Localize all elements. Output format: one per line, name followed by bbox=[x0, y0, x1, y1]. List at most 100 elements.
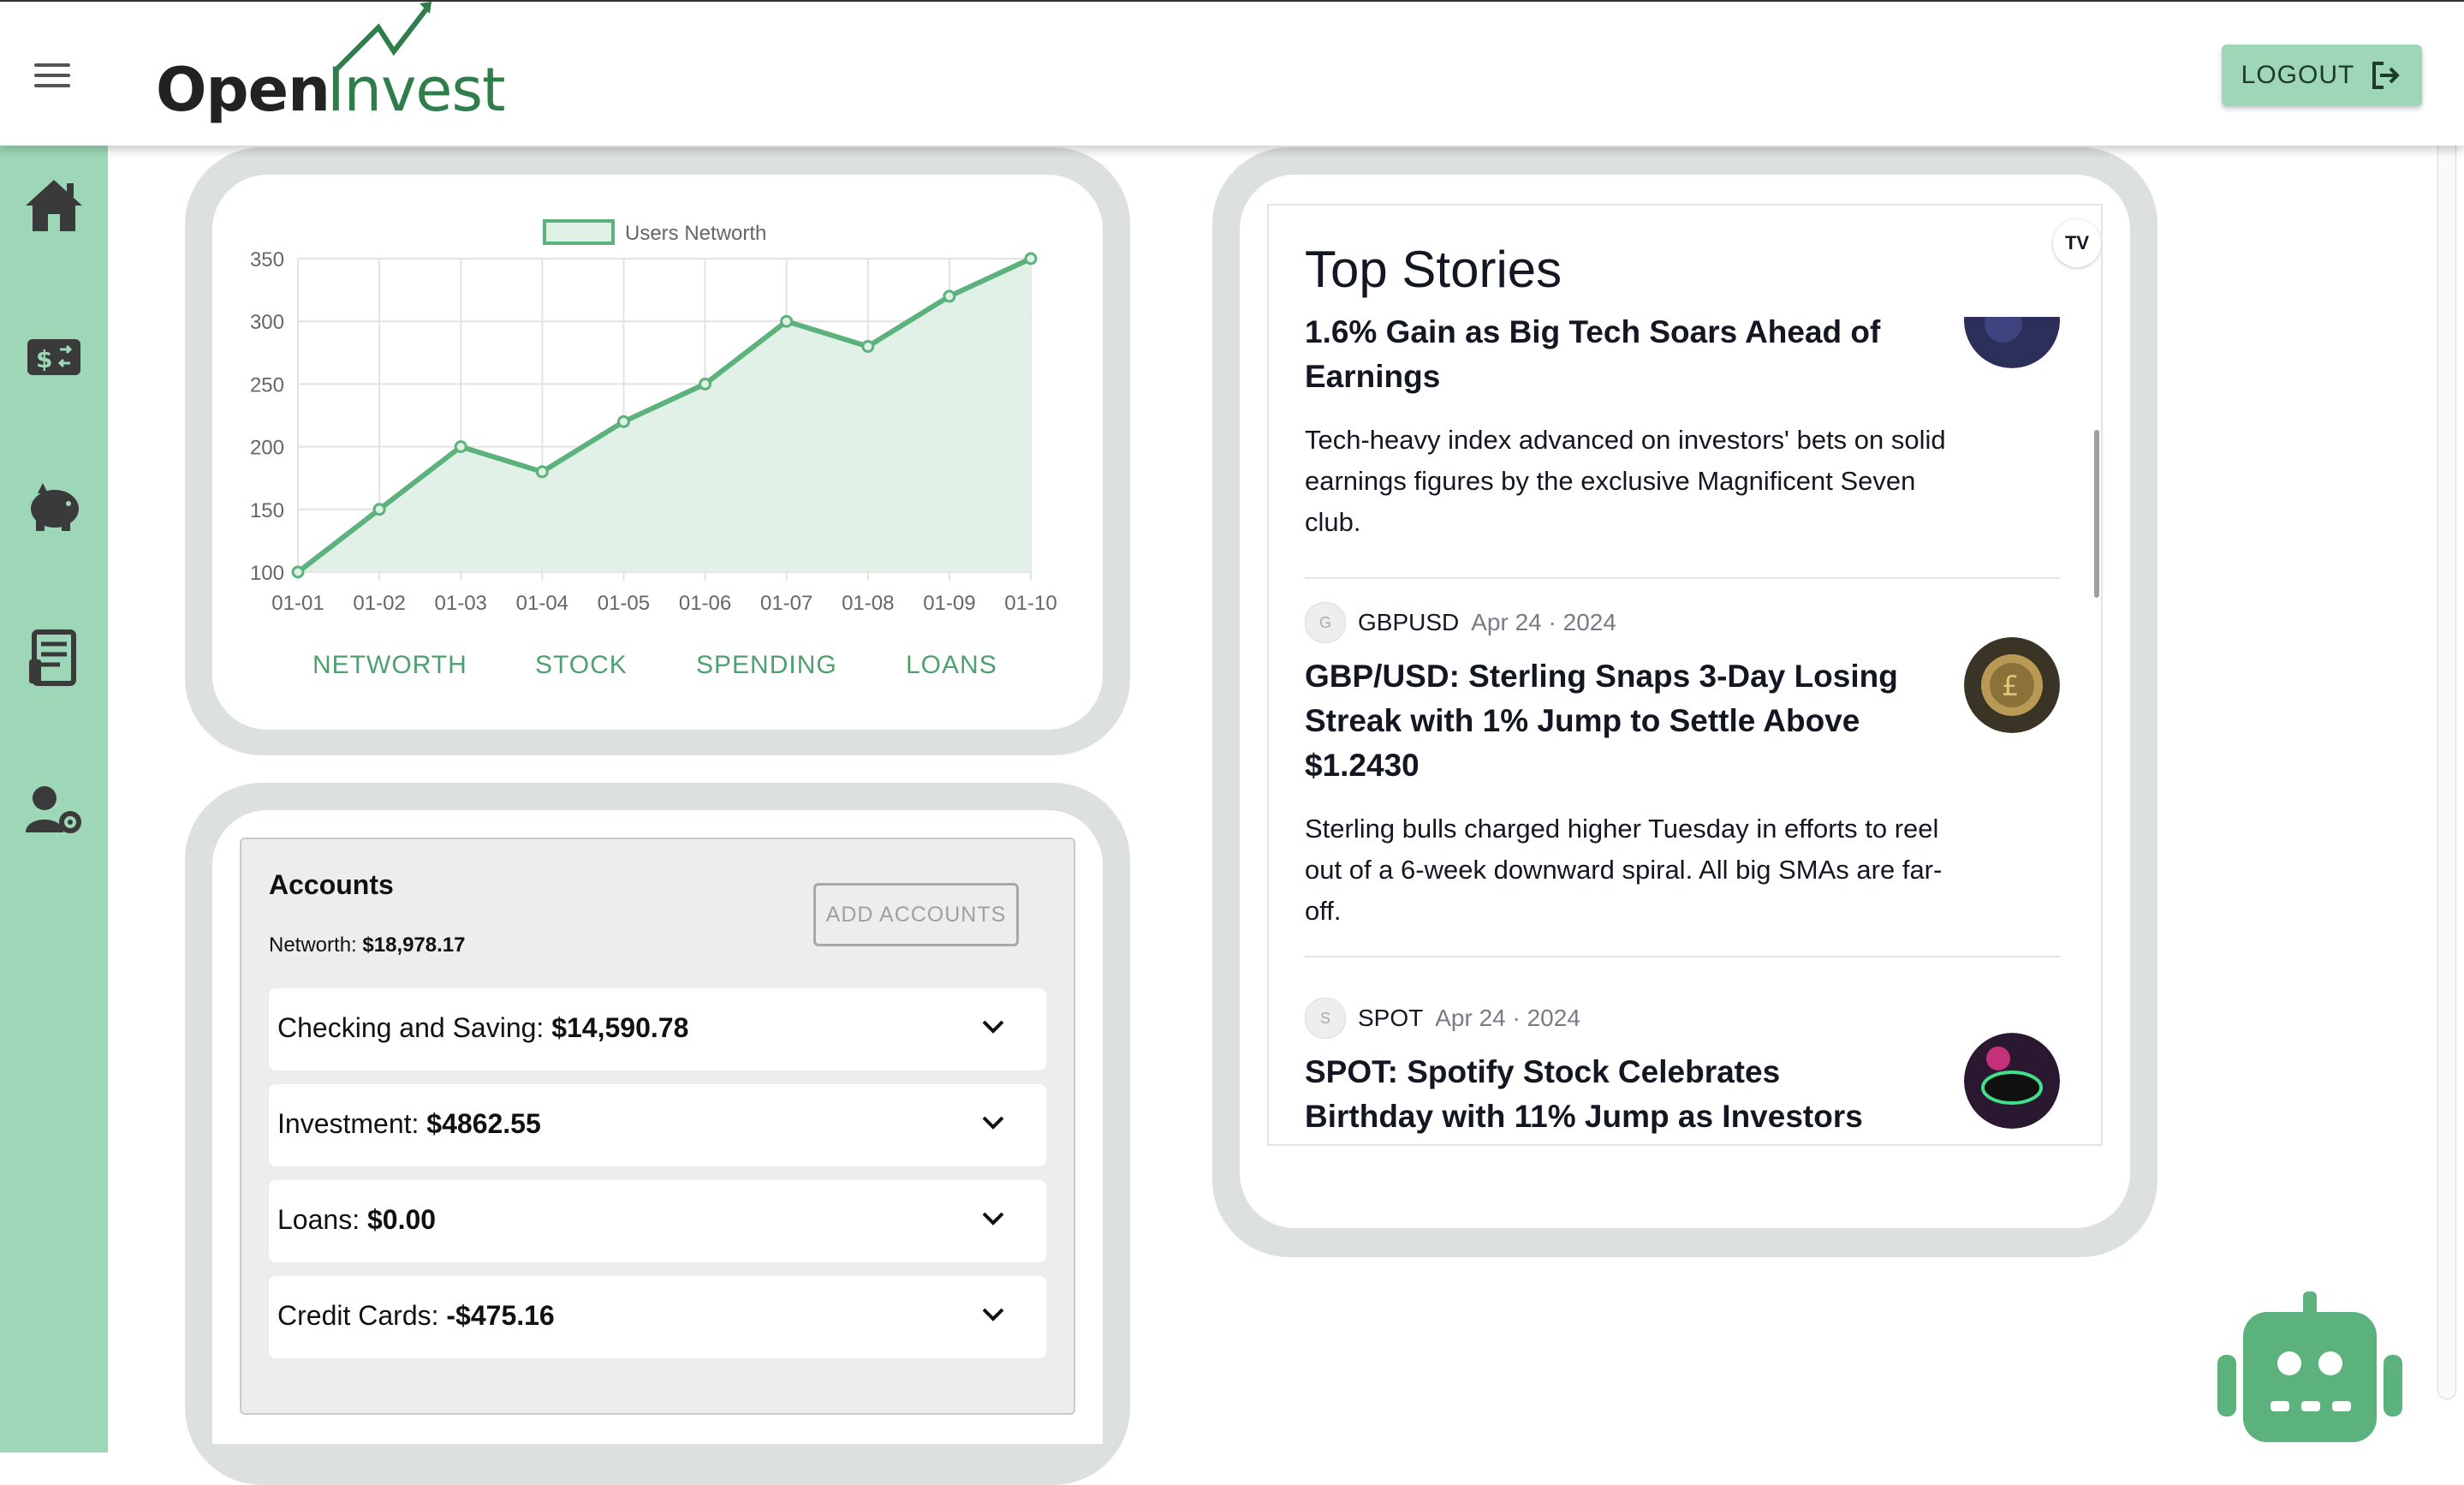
svg-text:£: £ bbox=[2002, 670, 2019, 702]
stories-list[interactable]: 1.6% Gain as Big Tech Soars Ahead of Ear… bbox=[1269, 317, 2101, 1144]
data-point bbox=[454, 440, 467, 454]
account-row-label: Loans: $0.00 bbox=[277, 1204, 437, 1235]
home-icon bbox=[26, 180, 82, 231]
data-point bbox=[1024, 252, 1038, 265]
receipt-icon bbox=[29, 629, 76, 686]
top-stories-widget: Top Stories TV 1.6% Gain as Big Tech Soa… bbox=[1267, 204, 2103, 1146]
sidebar: $ bbox=[0, 146, 108, 1452]
story-item[interactable]: S SPOT Apr 24 · 2024 SPOT: Spotify Stock… bbox=[1305, 998, 2060, 1144]
sidebar-item-savings[interactable] bbox=[24, 476, 84, 536]
tradingview-logo-icon[interactable]: TV bbox=[2053, 219, 2101, 267]
assistant-robot-button[interactable] bbox=[2217, 1291, 2402, 1442]
story-date: Apr 24 · 2024 bbox=[1435, 1005, 1580, 1031]
data-point bbox=[861, 339, 875, 353]
story-headline[interactable]: 1.6% Gain as Big Tech Soars Ahead of Ear… bbox=[1305, 317, 1904, 399]
x-tick-label: 01-04 bbox=[516, 592, 568, 615]
story-divider bbox=[1305, 577, 2060, 579]
tab-spending[interactable]: SPENDING bbox=[696, 651, 837, 680]
series-area bbox=[298, 259, 1031, 572]
data-point bbox=[535, 465, 549, 479]
x-tick-label: 01-07 bbox=[760, 592, 812, 615]
networth-chart: 100 150 200 250 300 350 01-01 01-02 01-03 01-04 01… bbox=[250, 219, 1057, 615]
trend-arrow-icon bbox=[333, 2, 431, 73]
story-item[interactable]: 1.6% Gain as Big Tech Soars Ahead of Ear… bbox=[1305, 317, 2060, 579]
tab-loans[interactable]: LOANS bbox=[906, 651, 997, 680]
chevron-down-icon bbox=[982, 1308, 1004, 1321]
y-tick-label: 250 bbox=[250, 373, 284, 397]
sidebar-item-account-settings[interactable] bbox=[24, 779, 84, 839]
logo-open-text: Open bbox=[156, 55, 330, 125]
account-row-loans[interactable]: Loans: $0.00 bbox=[269, 1180, 1046, 1262]
story-source: S SPOT Apr 24 · 2024 bbox=[1305, 998, 1580, 1039]
account-row-credit-cards[interactable]: Credit Cards: -$475.16 bbox=[269, 1276, 1046, 1358]
story-headline[interactable]: SPOT: Spotify Stock Celebrates Birthday … bbox=[1305, 1050, 1904, 1144]
story-thumbnail: £ bbox=[1964, 637, 2060, 733]
networth-label: Networth: bbox=[269, 933, 363, 957]
chevron-down-icon bbox=[982, 1020, 1004, 1034]
sidebar-item-transactions[interactable]: $ bbox=[24, 327, 84, 387]
data-point bbox=[372, 503, 386, 516]
x-tick-label: 01-02 bbox=[353, 592, 405, 615]
story-source: G GBPUSD Apr 24 · 2024 bbox=[1305, 602, 1616, 643]
story-thumbnail bbox=[1964, 317, 2060, 368]
user-settings-icon bbox=[26, 786, 81, 833]
x-tick-label: 01-10 bbox=[1004, 592, 1056, 615]
logo[interactable]: Open Invest bbox=[156, 2, 515, 139]
legend-label: Users Networth bbox=[625, 222, 766, 245]
x-tick-label: 01-05 bbox=[598, 592, 650, 615]
data-point bbox=[943, 289, 956, 303]
source-symbol: SPOT bbox=[1358, 1005, 1424, 1031]
account-row-checking[interactable]: Checking and Saving: $14,590.78 bbox=[269, 988, 1046, 1071]
source-avatar: G bbox=[1305, 602, 1346, 643]
story-summary: Tech-heavy index advanced on investors' … bbox=[1305, 425, 1946, 537]
chevron-down-icon bbox=[982, 1212, 1004, 1226]
sidebar-item-budget[interactable] bbox=[24, 627, 84, 687]
robot-icon bbox=[2217, 1291, 2402, 1442]
data-point bbox=[699, 377, 712, 391]
story-headline[interactable]: GBP/USD: Sterling Snaps 3-Day Losing Str… bbox=[1305, 654, 1904, 788]
tab-networth[interactable]: NETWORTH bbox=[312, 651, 467, 680]
top-stories-title: Top Stories bbox=[1305, 241, 1562, 298]
accounts-title: Accounts bbox=[269, 869, 394, 900]
account-row-label: Credit Cards: -$475.16 bbox=[277, 1300, 555, 1331]
source-avatar: S bbox=[1305, 998, 1346, 1039]
y-tick-label: 150 bbox=[250, 499, 284, 522]
logout-button[interactable]: LOGOUT bbox=[2222, 45, 2422, 106]
story-divider bbox=[1305, 956, 2060, 957]
networth-summary: Networth: $18,978.17 bbox=[269, 933, 466, 957]
x-tick-label: 01-03 bbox=[435, 592, 487, 615]
y-tick-label: 200 bbox=[250, 437, 284, 460]
story-item[interactable]: G GBPUSD Apr 24 · 2024 £ GBP/USD: Sterli… bbox=[1305, 602, 2060, 963]
story-summary: Sterling bulls charged higher Tuesday in… bbox=[1305, 814, 1943, 926]
data-point bbox=[616, 414, 630, 428]
story-thumbnail bbox=[1964, 1033, 2060, 1129]
story-date: Apr 24 · 2024 bbox=[1471, 609, 1616, 635]
chevron-down-icon bbox=[982, 1116, 1004, 1130]
app-header: Open Invest LOGOUT bbox=[0, 0, 2464, 146]
source-symbol: GBPUSD bbox=[1358, 609, 1460, 635]
account-row-investment[interactable]: Investment: $4862.55 bbox=[269, 1084, 1046, 1166]
sidebar-item-home[interactable] bbox=[24, 176, 84, 236]
x-tick-label: 01-06 bbox=[679, 592, 731, 615]
piggy-bank-icon bbox=[31, 483, 79, 531]
page-scrollbar[interactable] bbox=[2437, 89, 2456, 1399]
y-tick-label: 100 bbox=[250, 562, 284, 585]
logout-label: LOGOUT bbox=[2241, 61, 2355, 89]
x-tick-label: 01-08 bbox=[842, 592, 894, 615]
x-tick-label: 01-09 bbox=[923, 592, 975, 615]
chart-tabs: NETWORTH STOCK SPENDING LOANS bbox=[312, 651, 997, 685]
data-point bbox=[291, 565, 305, 579]
tab-stock[interactable]: STOCK bbox=[535, 651, 628, 680]
stories-scrollbar[interactable] bbox=[2094, 430, 2099, 598]
y-tick-label: 350 bbox=[250, 248, 284, 271]
add-accounts-button[interactable]: ADD ACCOUNTS bbox=[813, 883, 1019, 946]
svg-text:$: $ bbox=[36, 345, 52, 373]
x-tick-label: 01-01 bbox=[271, 592, 324, 615]
logout-icon bbox=[2372, 62, 2401, 89]
hamburger-icon[interactable] bbox=[34, 63, 70, 89]
legend-swatch bbox=[543, 219, 615, 245]
money-exchange-icon: $ bbox=[27, 339, 80, 375]
y-tick-label: 300 bbox=[250, 311, 284, 334]
account-row-label: Checking and Saving: $14,590.78 bbox=[277, 1012, 689, 1043]
data-point bbox=[780, 314, 794, 328]
